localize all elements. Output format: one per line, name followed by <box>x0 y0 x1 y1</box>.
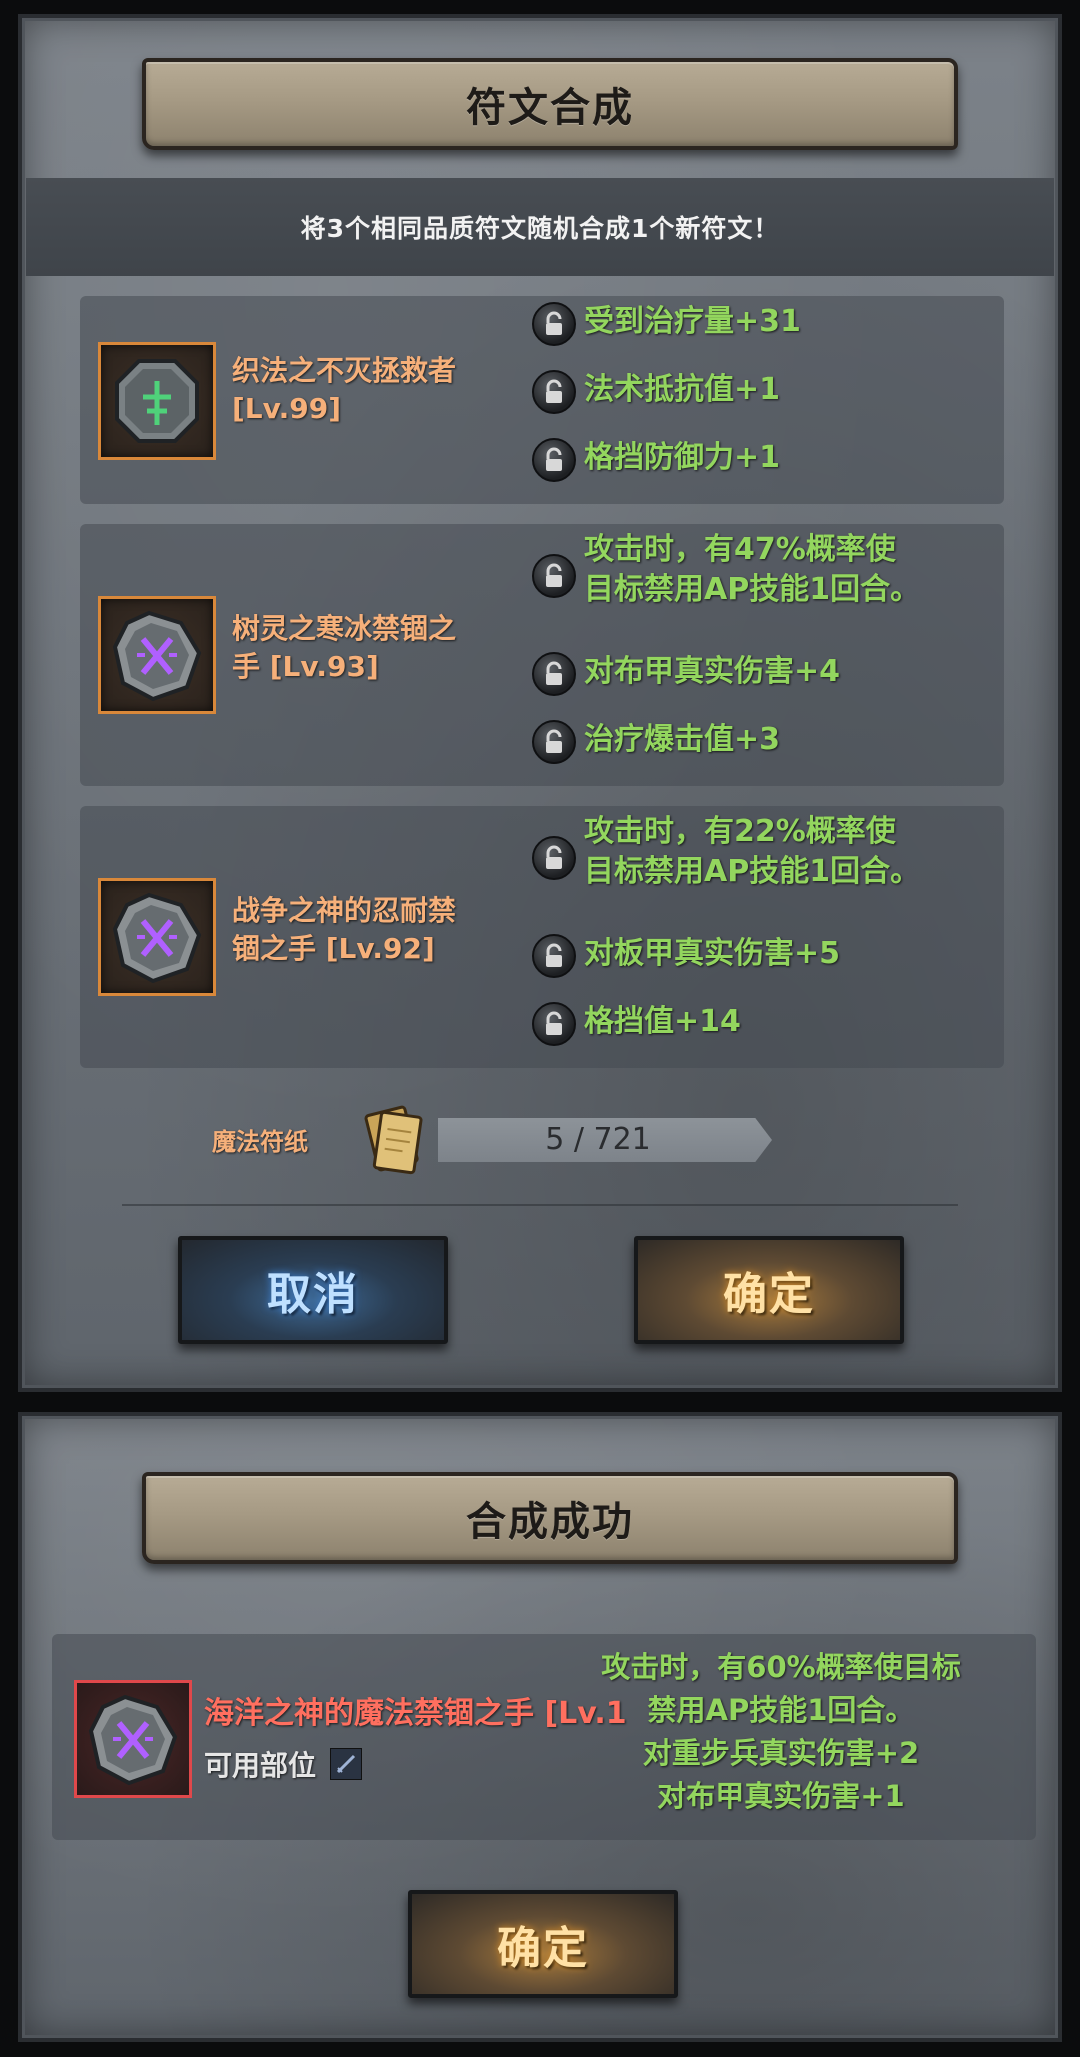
resource-value: 5 / 721 <box>545 1122 651 1157</box>
rune-stone-green-icon <box>115 359 199 443</box>
lock-icon[interactable] <box>532 438 576 482</box>
rune-row-2[interactable]: 树灵之寒冰禁锢之 手 [Lv.93] 攻击时，有47%概率使 目标禁用AP技能1… <box>80 524 1004 786</box>
divider <box>122 1204 958 1206</box>
rune-slot[interactable] <box>98 878 216 996</box>
magic-paper-icon <box>364 1105 423 1175</box>
rune-attr: 格挡防御力+1 <box>532 438 780 482</box>
title-banner: 符文合成 <box>142 58 958 150</box>
rune-attr: 攻击时，有22%概率使 目标禁用AP技能1回合。 <box>532 812 920 892</box>
rune-attr: 法术抵抗值+1 <box>532 370 780 414</box>
lock-icon[interactable] <box>532 370 576 414</box>
resource-label: 魔法符纸 <box>212 1128 308 1156</box>
rune-name: 织法之不灭拯救者 [Lv.99] <box>232 354 457 425</box>
rune-name: 战争之神的忍耐禁 锢之手 [Lv.92] <box>232 894 457 965</box>
rune-slot[interactable] <box>98 342 216 460</box>
usable-slots: 可用部位 <box>204 1744 363 1784</box>
panel-title: 符文合成 <box>466 85 634 131</box>
rune-merge-panel: 符文合成 将3个相同品质符文随机合成1个新符文！ 织法之不灭拯救者 [Lv.99… <box>18 14 1062 1392</box>
lock-icon[interactable] <box>532 934 576 978</box>
result-title: 合成成功 <box>466 1499 634 1545</box>
instruction-text: 将3个相同品质符文随机合成1个新符文！ <box>300 214 780 243</box>
confirm-button[interactable]: 确定 <box>634 1236 904 1344</box>
title-banner: 合成成功 <box>142 1472 958 1564</box>
rune-attr: 对布甲真实伤害+4 <box>532 652 840 696</box>
lock-icon[interactable] <box>532 836 576 880</box>
lock-icon[interactable] <box>532 720 576 764</box>
result-attrs: 攻击时，有60%概率使目标 禁用AP技能1回合。 对重步兵真实伤害+2 对布甲真… <box>601 1650 961 1813</box>
lock-icon[interactable] <box>532 1002 576 1046</box>
rune-slot[interactable] <box>98 596 216 714</box>
lock-icon[interactable] <box>532 302 576 346</box>
rune-attr: 攻击时，有47%概率使 目标禁用AP技能1回合。 <box>532 530 920 610</box>
rune-stone-purple-icon <box>112 610 202 702</box>
cancel-button[interactable]: 取消 <box>178 1236 448 1344</box>
instruction-strip: 将3个相同品质符文随机合成1个新符文！ <box>26 178 1054 276</box>
rune-attr: 受到治疗量+31 <box>532 302 801 346</box>
rune-attr: 对板甲真实伤害+5 <box>532 934 840 978</box>
lock-icon[interactable] <box>532 554 576 598</box>
result-confirm-button[interactable]: 确定 <box>408 1890 678 1998</box>
rune-stone-purple-icon <box>112 892 202 984</box>
result-rune-slot[interactable] <box>74 1680 192 1798</box>
result-rune-row[interactable]: 海洋之神的魔法禁锢之手 [Lv.1 可用部位 攻击时，有60%概率使目标 禁用A… <box>52 1634 1036 1840</box>
rune-stone-purple-icon <box>88 1694 178 1786</box>
weapon-slot-icon <box>330 1748 363 1780</box>
rune-attr: 格挡值+14 <box>532 1002 741 1046</box>
rune-row-3[interactable]: 战争之神的忍耐禁 锢之手 [Lv.92] 攻击时，有22%概率使 目标禁用AP技… <box>80 806 1004 1068</box>
merge-result-panel: 合成成功 海洋之神的魔法禁锢之手 [Lv.1 可用部位 攻击时，有60%概率使目… <box>18 1412 1062 2042</box>
rune-row-1[interactable]: 织法之不灭拯救者 [Lv.99] 受到治疗量+31 法术抵抗值+1 格挡防御力+… <box>80 296 1004 504</box>
resource-counter: 魔法符纸 5 / 721 <box>212 1100 792 1180</box>
lock-icon[interactable] <box>532 652 576 696</box>
rune-attr: 治疗爆击值+3 <box>532 720 780 764</box>
rune-name: 树灵之寒冰禁锢之 手 [Lv.93] <box>232 612 457 683</box>
